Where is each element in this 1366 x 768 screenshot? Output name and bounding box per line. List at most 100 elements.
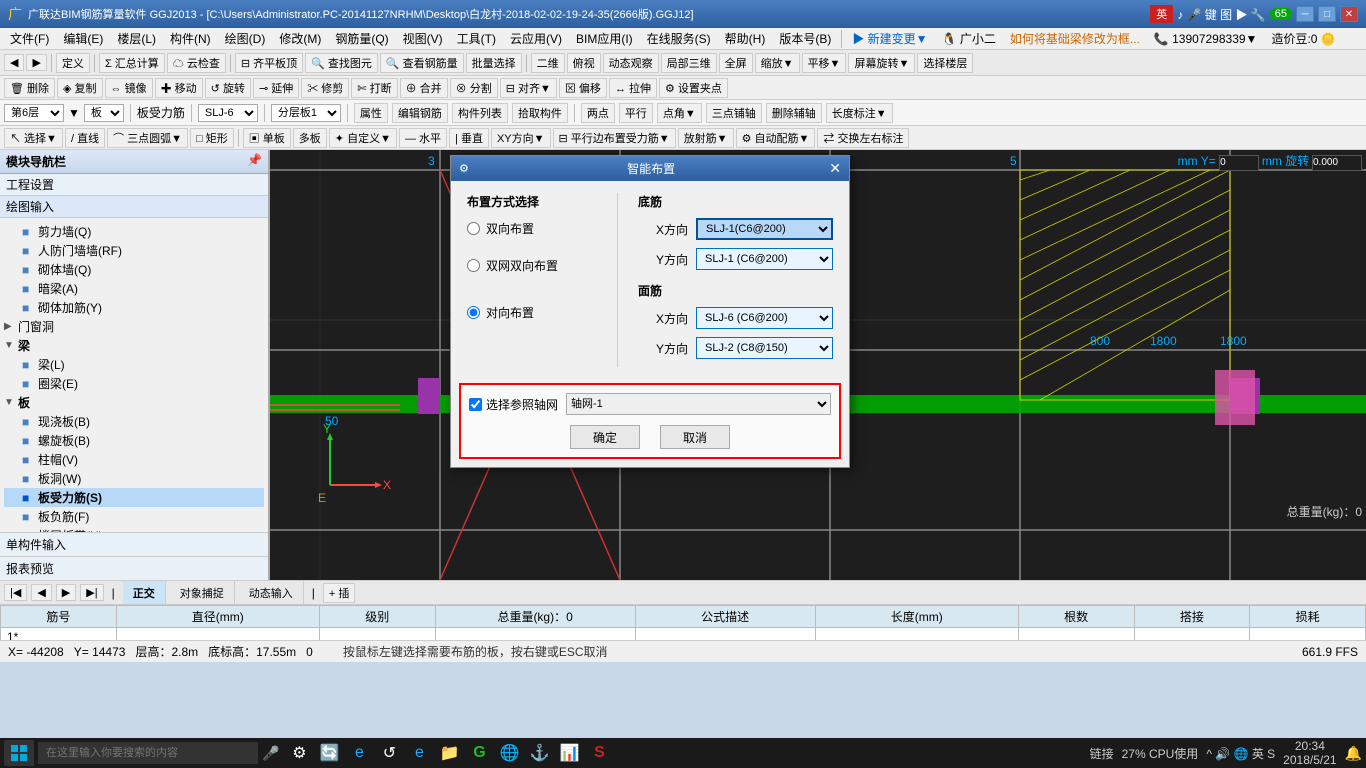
menu-floor[interactable]: 楼层(L) (111, 28, 162, 49)
menu-guangxiao[interactable]: 🐧 广小二 (936, 28, 1002, 49)
taskbar-icon-s[interactable]: S (587, 741, 611, 765)
taskbar-icon-3[interactable]: ↺ (377, 741, 401, 765)
top-x-select[interactable]: SLJ-6 (C6@200) (696, 307, 833, 329)
nav-btn-prev[interactable]: ◀ (4, 54, 24, 71)
nav-prev[interactable]: ◀ (31, 584, 51, 601)
fullscreen-btn[interactable]: 全屏 (719, 53, 753, 73)
offset-btn[interactable]: ⊠ 偏移 (559, 78, 607, 98)
layer-select[interactable]: 第6层 (4, 104, 64, 122)
rebar-name-select[interactable]: SLJ-6 (198, 104, 258, 122)
calc-btn[interactable]: Σ 汇总计算 (99, 53, 165, 73)
menu-service[interactable]: 在线服务(S) (641, 28, 717, 49)
select-btn[interactable]: ↖ 选择▼ (4, 128, 63, 148)
bottom-x-select[interactable]: SLJ-1(C6@200) (696, 218, 833, 240)
section-drawing[interactable]: 绘图输入 (0, 196, 268, 218)
arc-btn[interactable]: ⌒ 三点圆弧▼ (107, 128, 188, 148)
section-engineering[interactable]: 工程设置 (0, 174, 268, 196)
tab-dongtai[interactable]: 动态输入 (239, 581, 304, 604)
pan-btn[interactable]: 平移▼ (802, 53, 847, 73)
radio-opposite[interactable]: 对向布置 (467, 304, 597, 321)
horizontal-btn[interactable]: — 水平 (399, 128, 447, 148)
break-btn[interactable]: ✄ 打断 (351, 78, 397, 98)
swap-mark-btn[interactable]: ⇄ 交换左右标注 (817, 128, 909, 148)
tree-item-beam[interactable]: ■ 梁(L) (4, 355, 264, 374)
tree-item-rf-wall[interactable]: ■ 人防门墙墙(RF) (4, 241, 264, 260)
taskbar-icon-g[interactable]: G (467, 741, 491, 765)
taskbar-search-input[interactable] (38, 742, 258, 764)
tree-item-column-cap[interactable]: ■ 柱帽(V) (4, 450, 264, 469)
radio-opposite-input[interactable] (467, 306, 480, 319)
menu-rebar[interactable]: 钢筋量(Q) (329, 28, 394, 49)
view-rebar-btn[interactable]: 🔍 查看钢筋量 (380, 53, 464, 73)
menu-tools[interactable]: 工具(T) (451, 28, 502, 49)
type-select[interactable]: 板 (84, 104, 124, 122)
tree-item-masonry-wall[interactable]: ■ 砌体墙(Q) (4, 260, 264, 279)
align-top-btn[interactable]: ⊟ 齐平板顶 (235, 53, 303, 73)
single-component-input-btn[interactable]: 单构件输入 (0, 532, 268, 556)
menu-version[interactable]: 版本号(B) (773, 28, 837, 49)
length-mark-btn[interactable]: 长度标注▼ (826, 103, 893, 123)
menu-help-link[interactable]: 如何将基础梁修改为框... (1004, 28, 1146, 49)
layer-board-select[interactable]: 分层板1 (271, 104, 341, 122)
three-point-axis-btn[interactable]: 三点铺轴 (706, 103, 762, 123)
merge-btn[interactable]: ⊕ 合并 (400, 78, 448, 98)
tree-item-spiral-slab[interactable]: ■ 螺旋板(B) (4, 431, 264, 450)
radio-bidirectional-input[interactable] (467, 222, 480, 235)
radio-dual-net-input[interactable] (467, 259, 480, 272)
menu-draw[interactable]: 绘图(D) (219, 28, 272, 49)
menu-modify[interactable]: 修改(M) (273, 28, 327, 49)
tree-item-door-window[interactable]: ▶ 门窗洞 (4, 317, 264, 336)
report-preview-btn[interactable]: 报表预览 (0, 556, 268, 580)
menu-component[interactable]: 构件(N) (164, 28, 217, 49)
del-aux-axis-btn[interactable]: 删除辅轴 (766, 103, 822, 123)
tree-item-neg-rebar[interactable]: ■ 板负筋(F) (4, 507, 264, 526)
tab-duixiang[interactable]: 对象捕捉 (170, 581, 235, 604)
nav-last[interactable]: ▶| (80, 584, 103, 601)
tree-item-slab-group[interactable]: ▼ 板 (4, 393, 264, 412)
align-btn[interactable]: ⊟ 对齐▼ (500, 78, 557, 98)
maximize-button[interactable]: □ (1318, 6, 1336, 22)
radio-dual-net[interactable]: 双网双向布置 (467, 257, 597, 274)
radio-bidirectional[interactable]: 双向布置 (467, 220, 597, 237)
taskbar-icon-app[interactable]: 📊 (557, 741, 581, 765)
zoom-btn[interactable]: 缩放▼ (755, 53, 800, 73)
tab-zhengjiao[interactable]: 正交 (123, 581, 166, 604)
parallel-edge-btn[interactable]: ⊟ 平行边布置受力筋▼ (553, 128, 676, 148)
2d-btn[interactable]: 二维 (531, 53, 565, 73)
menu-new-change[interactable]: ▶ 新建变更▼ (846, 28, 933, 49)
bottom-y-select[interactable]: SLJ-1 (C6@200) (696, 248, 833, 270)
tree-item-hidden-beam[interactable]: ■ 暗梁(A) (4, 279, 264, 298)
top-y-select[interactable]: SLJ-2 (C8@150) (696, 337, 833, 359)
tree-item-cast-slab[interactable]: ■ 现浇板(B) (4, 412, 264, 431)
component-list-btn[interactable]: 构件列表 (452, 103, 508, 123)
tree-item-slab-hole[interactable]: ■ 板洞(W) (4, 469, 264, 488)
vertical-btn[interactable]: | 垂直 (449, 128, 489, 148)
parallel-btn[interactable]: 平行 (619, 103, 653, 123)
find-elem-btn[interactable]: 🔍 查找图元 (305, 53, 378, 73)
tree-item-masonry-rebar[interactable]: ■ 砌体加筋(Y) (4, 298, 264, 317)
pick-component-btn[interactable]: 拾取构件 (512, 103, 568, 123)
rotate-btn[interactable]: 屏幕旋转▼ (848, 53, 915, 73)
tree-item-beam-group[interactable]: ▼ 梁 (4, 336, 264, 355)
clock-display[interactable]: 20:34 2018/5/21 (1283, 739, 1336, 767)
taskbar-icon-edge[interactable]: e (407, 741, 431, 765)
split-btn[interactable]: ⊗ 分割 (450, 78, 498, 98)
tree-item-ring-beam[interactable]: ■ 圈梁(E) (4, 374, 264, 393)
panel-pin[interactable]: 📌 (247, 153, 262, 170)
point-angle-btn[interactable]: 点角▼ (657, 103, 702, 123)
line-btn[interactable]: / 直线 (65, 128, 105, 148)
insert-btn[interactable]: + 插 (323, 583, 355, 603)
extend-btn[interactable]: ⊸ 延伸 (253, 78, 299, 98)
define-btn[interactable]: 定义 (56, 53, 90, 73)
tree-item-slab-rebar[interactable]: ■ 板受力筋(S) (4, 488, 264, 507)
menu-view[interactable]: 视图(V) (397, 28, 449, 49)
local-3d-btn[interactable]: 局部三维 (661, 53, 717, 73)
minimize-button[interactable]: ─ (1296, 6, 1314, 22)
menu-edit[interactable]: 编辑(E) (57, 28, 109, 49)
copy-btn[interactable]: ◈ 复制 (57, 78, 103, 98)
radial-rebar-btn[interactable]: 放射筋▼ (678, 128, 734, 148)
two-point-btn[interactable]: 两点 (581, 103, 615, 123)
grid-checkbox[interactable] (469, 398, 482, 411)
rect-btn[interactable]: □ 矩形 (190, 128, 234, 148)
taskbar-icon-2[interactable]: 🔄 (317, 741, 341, 765)
